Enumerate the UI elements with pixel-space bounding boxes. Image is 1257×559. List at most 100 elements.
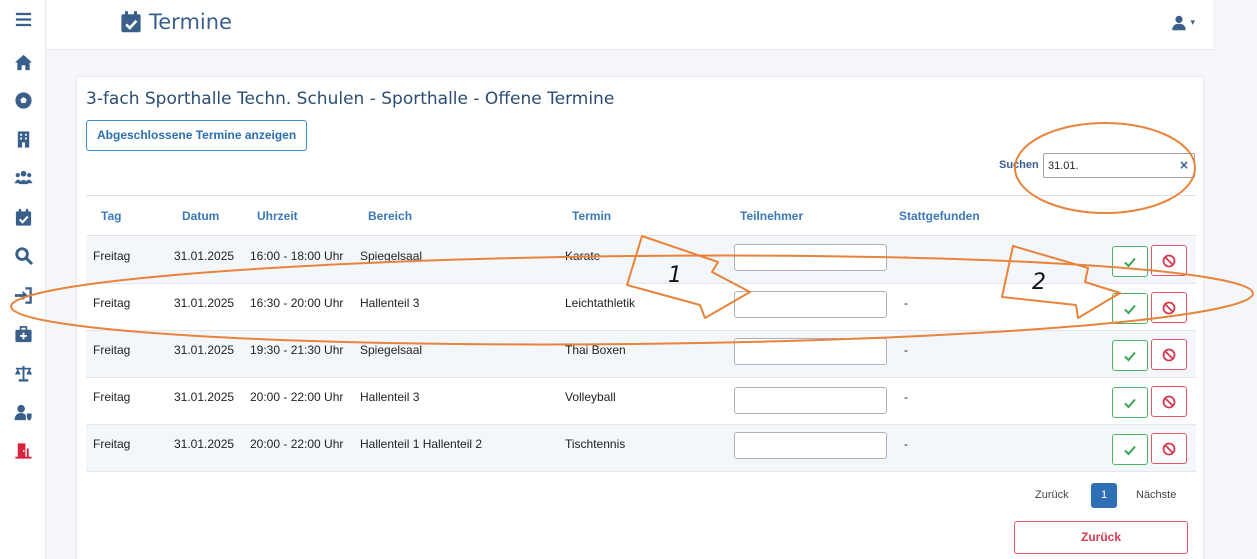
confirm-button[interactable] <box>1112 387 1148 418</box>
cell-tag: Freitag <box>93 249 131 263</box>
cell-termin: Volleyball <box>565 390 616 404</box>
annotation-label-1: 1 <box>668 263 682 288</box>
ban-icon <box>1162 254 1176 267</box>
check-icon <box>1124 257 1136 267</box>
cell-termin: Karate <box>565 249 601 263</box>
column-header-tag[interactable]: Tag <box>101 209 121 223</box>
cell-datum: 31.01.2025 <box>174 249 235 263</box>
back-button[interactable]: Zurück <box>1014 521 1188 554</box>
cell-tag: Freitag <box>93 343 131 357</box>
annotation-label-2: 2 <box>1032 270 1046 295</box>
card-title: 3-fach Sporthalle Techn. Schulen - Sport… <box>86 89 615 109</box>
user-shield-icon[interactable] <box>10 400 36 424</box>
menu-icon[interactable] <box>10 7 36 31</box>
participants-input[interactable] <box>734 387 887 414</box>
cell-tag: Freitag <box>93 296 131 310</box>
cell-bereich: Hallenteil 3 <box>360 390 420 404</box>
column-header-bereich[interactable]: Bereich <box>368 209 412 223</box>
cell-termin: Tischtennis <box>565 437 626 451</box>
users-icon[interactable] <box>10 165 36 189</box>
column-header-datum[interactable]: Datum <box>182 209 219 223</box>
scale-icon[interactable] <box>10 361 36 385</box>
calendar-check-icon <box>121 11 141 33</box>
table-row: Freitag 31.01.2025 16:00 - 18:00 Uhr Spi… <box>86 237 1196 284</box>
cell-tag: Freitag <box>93 437 131 451</box>
check-icon <box>1124 304 1136 314</box>
check-icon <box>1124 398 1136 408</box>
exit-door-icon[interactable] <box>10 438 36 462</box>
search-box: × <box>1043 153 1195 178</box>
confirm-button[interactable] <box>1112 340 1148 371</box>
column-header-termin[interactable]: Termin <box>572 209 611 223</box>
cell-termin: Thai Boxen <box>565 343 626 357</box>
column-header-uhrzeit[interactable]: Uhrzeit <box>257 209 298 223</box>
cell-uhrzeit: 19:30 - 21:30 Uhr <box>250 343 344 357</box>
sidebar <box>0 0 46 559</box>
cell-uhrzeit: 20:00 - 22:00 Uhr <box>250 390 344 404</box>
show-closed-appointments-button[interactable]: Abgeschlossene Termine anzeigen <box>86 120 308 151</box>
participants-input[interactable] <box>734 244 887 271</box>
cell-stattgefunden: - <box>904 437 908 451</box>
confirm-button[interactable] <box>1112 293 1148 324</box>
top-bar: Termine ▾ <box>47 0 1213 50</box>
column-header-stattgefunden[interactable]: Stattgefunden <box>899 209 980 223</box>
search-input[interactable] <box>1048 157 1168 175</box>
user-menu[interactable]: ▾ <box>1171 15 1195 31</box>
home-icon[interactable] <box>10 50 36 74</box>
table-row: Freitag 31.01.2025 20:00 - 22:00 Uhr Hal… <box>86 425 1196 472</box>
page-header: Termine <box>119 10 232 34</box>
participants-input[interactable] <box>734 338 887 365</box>
cancel-button[interactable] <box>1151 386 1187 417</box>
ban-icon <box>1162 395 1176 408</box>
cell-tag: Freitag <box>93 390 131 404</box>
chevron-down-icon: ▾ <box>1190 18 1195 28</box>
cell-bereich: Hallenteil 1 Hallenteil 2 <box>360 437 483 451</box>
cell-uhrzeit: 20:00 - 22:00 Uhr <box>250 437 344 451</box>
cancel-button[interactable] <box>1151 433 1187 464</box>
confirm-button[interactable] <box>1112 434 1148 465</box>
table-header: Tag Datum Uhrzeit Bereich Termin Teilneh… <box>86 195 1196 236</box>
soccer-ball-icon[interactable] <box>10 88 36 112</box>
cancel-button[interactable] <box>1151 339 1187 370</box>
ban-icon <box>1162 301 1176 314</box>
clear-search-icon[interactable]: × <box>1179 159 1189 172</box>
confirm-button[interactable] <box>1112 246 1148 277</box>
table-row: Freitag 31.01.2025 20:00 - 22:00 Uhr Hal… <box>86 378 1196 425</box>
cell-datum: 31.01.2025 <box>174 437 235 451</box>
table-row: Freitag 31.01.2025 19:30 - 21:30 Uhr Spi… <box>86 331 1196 378</box>
building-icon[interactable] <box>10 127 36 151</box>
calendar-check-icon[interactable] <box>10 205 36 229</box>
page-title: Termine <box>149 10 232 34</box>
medical-kit-icon[interactable] <box>10 322 36 346</box>
user-icon <box>1172 15 1187 31</box>
sign-in-icon[interactable] <box>10 283 36 307</box>
ban-icon <box>1162 348 1176 361</box>
cancel-button[interactable] <box>1151 292 1187 323</box>
cell-stattgefunden: - <box>904 343 908 357</box>
cell-datum: 31.01.2025 <box>174 296 235 310</box>
pagination-next[interactable]: Nächste <box>1136 489 1176 501</box>
check-icon <box>1124 445 1136 455</box>
participants-input[interactable] <box>734 291 887 318</box>
participants-input[interactable] <box>734 432 887 459</box>
appointments-card: 3-fach Sporthalle Techn. Schulen - Sport… <box>76 76 1204 559</box>
cell-bereich: Spiegelsaal <box>360 249 423 263</box>
cell-uhrzeit: 16:00 - 18:00 Uhr <box>250 249 344 263</box>
pagination-page-1[interactable]: 1 <box>1091 483 1117 508</box>
check-icon <box>1124 351 1136 361</box>
cell-stattgefunden: - <box>904 390 908 404</box>
cell-datum: 31.01.2025 <box>174 390 235 404</box>
search-icon[interactable] <box>10 243 36 267</box>
ban-icon <box>1162 442 1176 455</box>
cell-uhrzeit: 16:30 - 20:00 Uhr <box>250 296 344 310</box>
cell-bereich: Hallenteil 3 <box>360 296 420 310</box>
cell-bereich: Spiegelsaal <box>360 343 423 357</box>
cancel-button[interactable] <box>1151 245 1187 276</box>
cell-stattgefunden: - <box>904 296 908 310</box>
table-row: Freitag 31.01.2025 16:30 - 20:00 Uhr Hal… <box>86 284 1196 331</box>
search-label: Suchen <box>999 159 1039 171</box>
column-header-teilnehmer[interactable]: Teilnehmer <box>740 209 803 223</box>
cell-stattgefunden: - <box>904 249 908 263</box>
pagination-previous[interactable]: Zurück <box>1035 489 1069 501</box>
cell-datum: 31.01.2025 <box>174 343 235 357</box>
